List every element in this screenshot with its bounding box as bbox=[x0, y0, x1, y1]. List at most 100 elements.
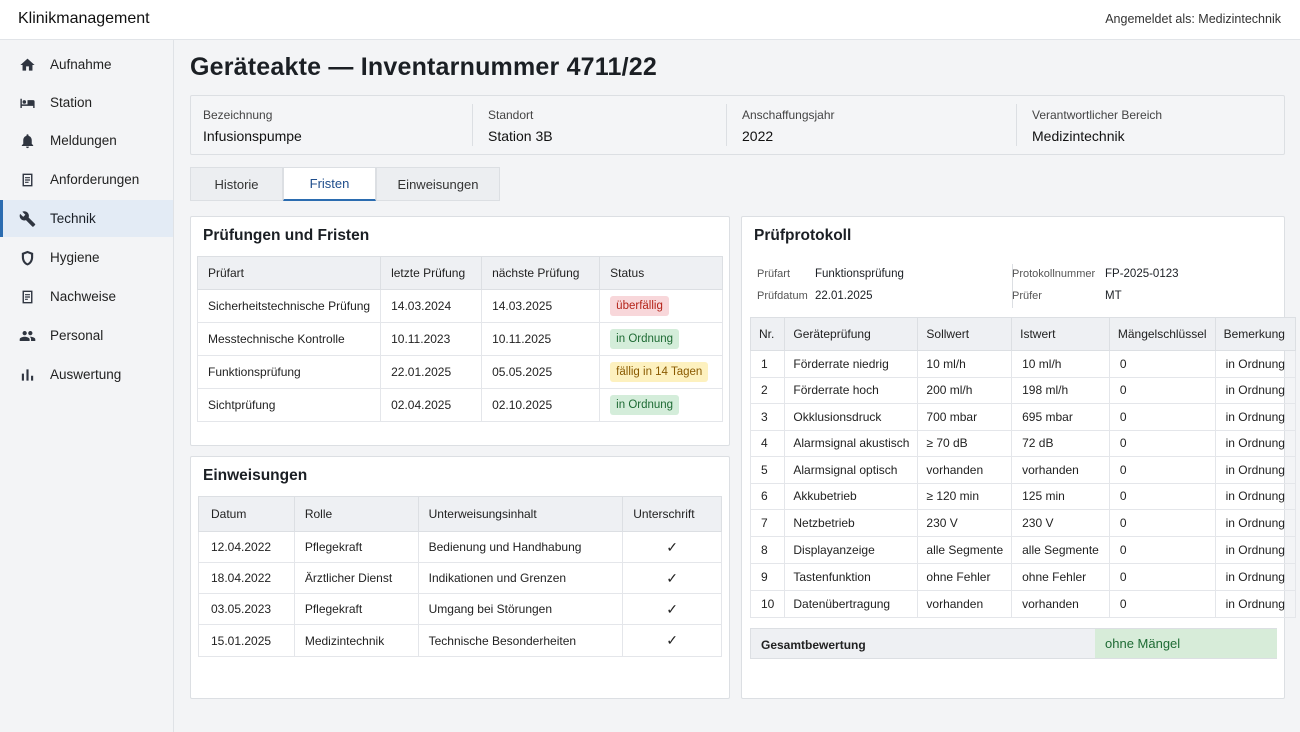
meta-value: MT bbox=[1105, 290, 1122, 302]
cell-maengelschluessel: 0 bbox=[1108, 589, 1216, 618]
cell-pruefart: Sicherheitstechnische Prüfung bbox=[196, 289, 382, 323]
cell-datum: 12.04.2022 bbox=[198, 531, 295, 563]
tab-historie[interactable]: Historie bbox=[190, 167, 283, 201]
table-row[interactable]: Funktionsprüfung 22.01.2025 05.05.2025 f… bbox=[196, 355, 723, 389]
tab-einweisungen[interactable]: Einweisungen bbox=[376, 167, 500, 201]
cell-sollwert: 700 mbar bbox=[917, 403, 1013, 431]
wrench-icon bbox=[19, 210, 36, 227]
sidebar-item-technik[interactable]: Technik bbox=[0, 200, 173, 237]
sidebar-item-label: Technik bbox=[50, 211, 96, 226]
cell-nr: 2 bbox=[749, 376, 786, 404]
sidebar-item-meldungen[interactable]: Meldungen bbox=[0, 122, 173, 159]
cell-letzte-pruefung: 22.01.2025 bbox=[380, 355, 483, 389]
table-row[interactable]: 5 Alarmsignal optisch vorhanden vorhande… bbox=[749, 456, 1296, 484]
tab-fristen[interactable]: Fristen bbox=[283, 167, 376, 201]
cell-bemerkung: in Ordnung bbox=[1214, 403, 1296, 431]
cell-bemerkung: in Ordnung bbox=[1214, 535, 1296, 564]
cell-nr: 7 bbox=[749, 509, 786, 537]
table-row[interactable]: 6 Akkubetrieb ≥ 120 min 125 min 0 in Ord… bbox=[749, 482, 1296, 510]
cell-istwert: alle Segmente bbox=[1011, 535, 1110, 564]
table-row[interactable]: 2 Förderrate hoch 200 ml/h 198 ml/h 0 in… bbox=[749, 376, 1296, 404]
table-row[interactable]: 9 Tastenfunktion ohne Fehler ohne Fehler… bbox=[749, 562, 1296, 591]
table-row[interactable]: 18.04.2022 Ärztlicher Dienst Indikatione… bbox=[198, 562, 722, 594]
table-row[interactable]: Sicherheitstechnische Prüfung 14.03.2024… bbox=[196, 289, 723, 323]
cell-letzte-pruefung: 10.11.2023 bbox=[380, 322, 483, 356]
cell-nr: 5 bbox=[749, 456, 786, 484]
cell-pruefung: Förderrate hoch bbox=[784, 376, 919, 404]
cell-pruefung: Netzbetrieb bbox=[784, 509, 919, 537]
overall-assessment: Gesamtbewertung ohne Mängel bbox=[750, 628, 1277, 659]
cell-istwert: vorhanden bbox=[1011, 456, 1110, 484]
cell-maengelschluessel: 0 bbox=[1108, 562, 1216, 591]
overall-assessment-value: ohne Mängel bbox=[1095, 629, 1277, 658]
cell-pruefung: Datenübertragung bbox=[784, 589, 919, 618]
sidebar-item-hygiene[interactable]: Hygiene bbox=[0, 239, 173, 276]
table-row[interactable]: 10 Datenübertragung vorhanden vorhanden … bbox=[749, 589, 1296, 618]
document-check-icon bbox=[19, 288, 36, 305]
cell-nr: 1 bbox=[749, 350, 786, 378]
app-title: Klinikmanagement bbox=[18, 10, 150, 27]
meta-value: 22.01.2025 bbox=[815, 290, 873, 302]
top-bar: Klinikmanagement Angemeldet als: Medizin… bbox=[0, 0, 1300, 40]
meta-label: Protokollnummer bbox=[1012, 268, 1096, 280]
document-icon bbox=[19, 171, 36, 188]
cell-bemerkung: in Ordnung bbox=[1214, 376, 1296, 404]
inspections-panel: Prüfungen und Fristen Prüfart letzte Prü… bbox=[190, 216, 730, 446]
sidebar-item-nachweise[interactable]: Nachweise bbox=[0, 278, 173, 315]
cell-nr: 10 bbox=[749, 589, 786, 618]
table-row[interactable]: 15.01.2025 Medizintechnik Technische Bes… bbox=[198, 624, 722, 657]
signature-check-icon: ✓ bbox=[622, 531, 722, 563]
instructions-table: Datum Rolle Unterweisungsinhalt Untersch… bbox=[198, 496, 722, 657]
sidebar-item-station[interactable]: Station bbox=[0, 84, 173, 121]
info-label: Anschaffungsjahr bbox=[742, 108, 835, 122]
sidebar-item-anforderungen[interactable]: Anforderungen bbox=[0, 161, 173, 198]
cell-inhalt: Umgang bei Störungen bbox=[417, 593, 624, 625]
cell-rolle: Pflegekraft bbox=[293, 531, 419, 563]
cell-naechste-pruefung: 14.03.2025 bbox=[481, 289, 601, 323]
shield-icon bbox=[19, 249, 36, 266]
info-label: Verantwortlicher Bereich bbox=[1032, 108, 1163, 122]
column-header: Prüfart bbox=[196, 256, 382, 290]
cell-bemerkung: in Ordnung bbox=[1214, 509, 1296, 537]
table-row[interactable]: 12.04.2022 Pflegekraft Bedienung und Han… bbox=[198, 531, 722, 563]
sidebar-item-auswertung[interactable]: Auswertung bbox=[0, 356, 173, 393]
column-header: Bemerkung bbox=[1214, 317, 1296, 351]
table-header-row: Nr. Geräteprüfung Sollwert Istwert Mänge… bbox=[749, 317, 1296, 351]
cell-pruefung: Tastenfunktion bbox=[784, 562, 919, 591]
meta-label: Prüfer bbox=[1012, 290, 1042, 302]
cell-status: in Ordnung bbox=[599, 388, 723, 422]
cell-istwert: 695 mbar bbox=[1011, 403, 1110, 431]
sidebar-item-label: Nachweise bbox=[50, 289, 117, 304]
meta-label: Prüfdatum bbox=[757, 290, 808, 302]
signature-check-icon: ✓ bbox=[622, 593, 722, 625]
cell-status: in Ordnung bbox=[599, 322, 723, 356]
device-info-bar: Bezeichnung Infusionspumpe Standort Stat… bbox=[190, 95, 1285, 155]
table-header-row: Prüfart letzte Prüfung nächste Prüfung S… bbox=[196, 256, 723, 290]
table-row[interactable]: 3 Okklusionsdruck 700 mbar 695 mbar 0 in… bbox=[749, 403, 1296, 431]
table-row[interactable]: 8 Displayanzeige alle Segmente alle Segm… bbox=[749, 535, 1296, 564]
info-label: Standort bbox=[488, 108, 534, 122]
table-row[interactable]: 03.05.2023 Pflegekraft Umgang bei Störun… bbox=[198, 593, 722, 625]
cell-nr: 4 bbox=[749, 429, 786, 457]
sidebar-item-personal[interactable]: Personal bbox=[0, 317, 173, 354]
cell-bemerkung: in Ordnung bbox=[1214, 350, 1296, 378]
cell-maengelschluessel: 0 bbox=[1108, 535, 1216, 564]
cell-datum: 18.04.2022 bbox=[198, 562, 295, 594]
table-row[interactable]: 4 Alarmsignal akustisch ≥ 70 dB 72 dB 0 … bbox=[749, 429, 1296, 457]
sidebar-item-label: Meldungen bbox=[50, 133, 117, 148]
cell-letzte-pruefung: 02.04.2025 bbox=[380, 388, 483, 422]
cell-maengelschluessel: 0 bbox=[1108, 482, 1216, 510]
cell-datum: 15.01.2025 bbox=[198, 624, 295, 657]
sidebar-item-aufnahme[interactable]: Aufnahme bbox=[0, 46, 173, 83]
sidebar-item-label: Auswertung bbox=[50, 367, 122, 382]
sidebar: Aufnahme Station Meldungen Anforderungen… bbox=[0, 40, 174, 732]
cell-pruefart: Messtechnische Kontrolle bbox=[196, 322, 382, 356]
table-row[interactable]: Sichtprüfung 02.04.2025 02.10.2025 in Or… bbox=[196, 388, 723, 422]
table-row[interactable]: 1 Förderrate niedrig 10 ml/h 10 ml/h 0 i… bbox=[749, 350, 1296, 378]
cell-istwert: 230 V bbox=[1011, 509, 1110, 537]
panel-title: Prüfungen und Fristen bbox=[203, 227, 370, 244]
table-row[interactable]: 7 Netzbetrieb 230 V 230 V 0 in Ordnung bbox=[749, 509, 1296, 537]
status-badge: in Ordnung bbox=[610, 395, 680, 415]
table-row[interactable]: Messtechnische Kontrolle 10.11.2023 10.1… bbox=[196, 322, 723, 356]
cell-pruefung: Displayanzeige bbox=[784, 535, 919, 564]
